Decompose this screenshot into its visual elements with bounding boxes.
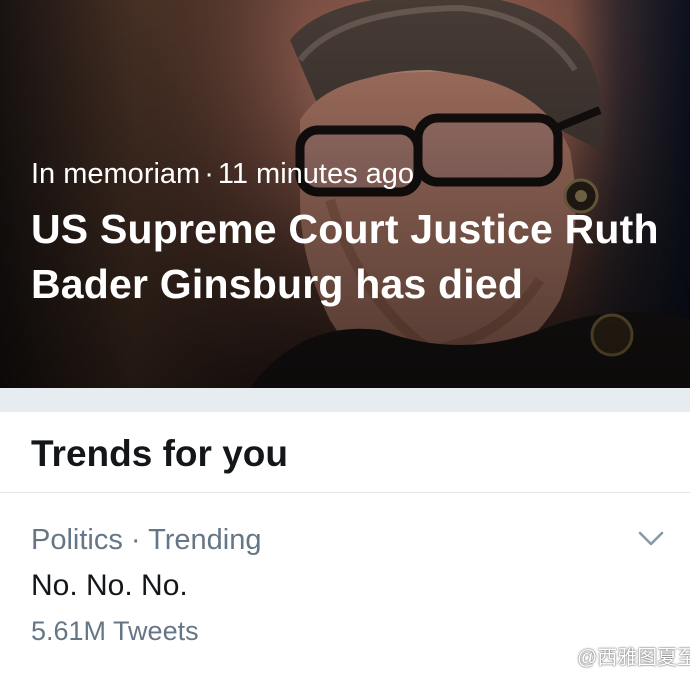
hero-time: 11 minutes ago [217,158,415,190]
hero-meta: In memoriam · 11 minutes ago [31,155,414,193]
watermark-text: @西雅图夏至 [577,647,690,669]
trend-tweet-count: 5.61M Tweets [31,616,199,646]
hero-category: In memoriam [31,158,201,190]
hero-headline[interactable]: US Supreme Court Justice Ruth Bader Gins… [31,202,661,312]
news-hero-card[interactable]: In memoriam · 11 minutes ago US Supreme Co… [0,0,690,388]
watermark: @西雅图夏至 [546,645,690,671]
hero-shade-overlay [0,0,690,388]
section-divider [0,388,690,412]
trends-title: Trends for you [31,433,288,474]
chevron-down-icon[interactable] [636,528,666,550]
weibo-logo-icon [546,649,573,670]
trend-name[interactable]: No. No. No. [31,567,188,605]
trends-header: Trends for you [0,412,690,493]
hero-separator: · [204,158,214,190]
trend-context: Politics · Trending [31,524,262,556]
